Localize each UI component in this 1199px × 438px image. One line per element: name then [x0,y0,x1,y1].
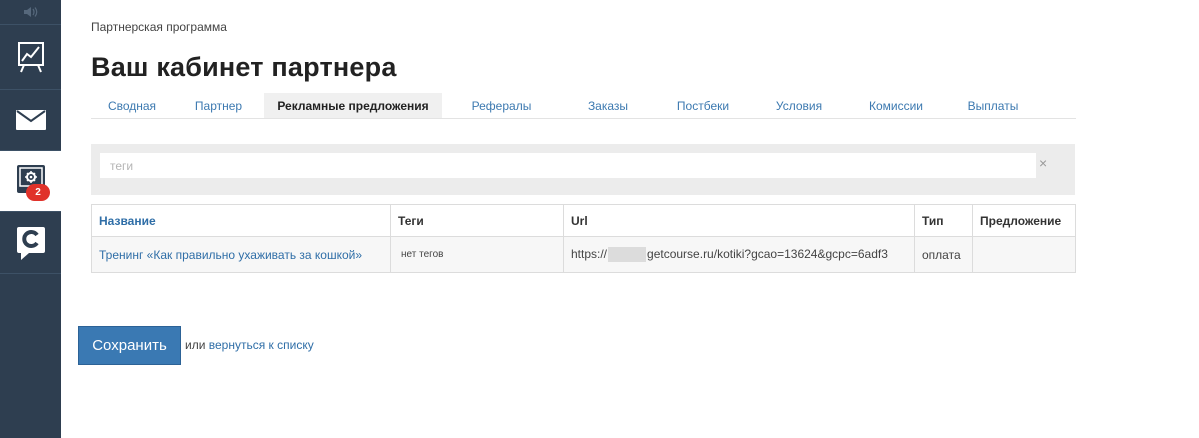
tab-summary[interactable]: Сводная [91,93,173,118]
save-button[interactable]: Сохранить [78,326,181,365]
sidebar-item-partner-cabinet[interactable]: 2 [0,151,61,212]
tab-ad-offers[interactable]: Рекламные предложения [264,93,442,118]
sidebar-item-analytics[interactable] [0,24,61,90]
tab-payouts[interactable]: Выплаты [945,93,1041,118]
offer-url-suffix: getcourse.ru/kotiki?gcao=13624&gcpc=6adf… [647,246,888,261]
sidebar-item-getcourse[interactable] [0,212,61,274]
column-header-name[interactable]: Название [91,204,391,237]
getcourse-logo-icon [16,226,45,260]
offer-type: оплата [914,236,973,273]
speaker-icon [23,7,37,17]
tab-postbacks[interactable]: Постбеки [655,93,751,118]
column-header-type: Тип [914,204,973,237]
column-header-url: Url [563,204,915,237]
url-redacted-block [608,247,647,263]
back-to-list-line: или вернуться к списку [185,338,314,352]
table-header-row: Название Теги Url Тип Предложение [91,204,1076,237]
tabs-bar: Сводная Партнер Рекламные предложения Ре… [91,93,1076,119]
clear-filter-icon[interactable]: × [1039,155,1047,171]
sidebar-item-messages[interactable] [0,90,61,151]
column-header-offer: Предложение [972,204,1076,237]
back-to-list-link[interactable]: вернуться к списку [209,338,314,352]
page-title: Ваш кабинет партнера [91,52,397,82]
tab-partner[interactable]: Партнер [173,93,264,118]
tags-filter-panel: × [91,144,1075,195]
presentation-chart-icon [17,42,44,73]
offer-url-prefix: https:// [571,246,608,261]
tab-orders[interactable]: Заказы [561,93,655,118]
tab-commissions[interactable]: Комиссии [847,93,945,118]
tags-search-input[interactable] [100,153,1036,178]
offer-proposal [972,236,1076,273]
table-row: Тренинг «Как правильно ухаживать за кошк… [91,236,1076,273]
or-text: или [185,338,206,352]
sidebar-collapse-toggle[interactable] [0,0,61,24]
offer-name-link[interactable]: Тренинг «Как правильно ухаживать за кошк… [91,236,391,273]
notification-badge: 2 [26,184,50,201]
main-content: Партнерская программа Ваш кабинет партне… [61,0,1199,438]
tab-referrals[interactable]: Рефералы [442,93,561,118]
sidebar: 2 [0,0,61,438]
mail-icon [15,110,46,130]
breadcrumb[interactable]: Партнерская программа [91,20,227,34]
offer-tags: нет тегов [390,236,564,273]
offers-table: Название Теги Url Тип Предложение Тренин… [91,204,1076,273]
offer-url: https:// getcourse.ru/kotiki?gcao=13624&g… [563,236,915,273]
column-header-tags: Теги [390,204,564,237]
tab-conditions[interactable]: Условия [751,93,847,118]
